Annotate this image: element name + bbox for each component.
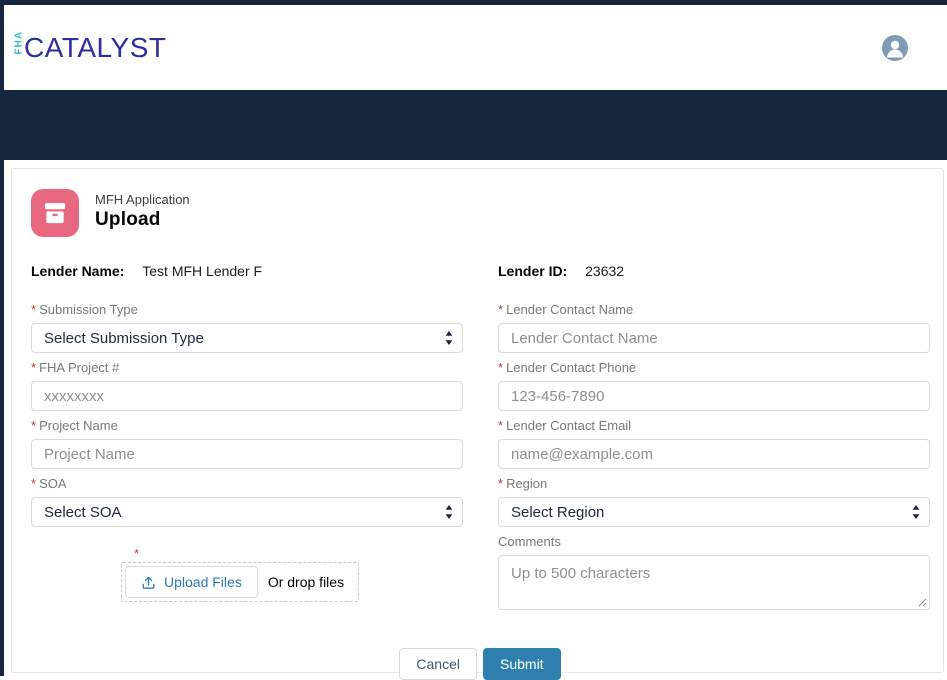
comments-textarea[interactable] [498, 555, 930, 610]
lender-contact-email-label: Lender Contact Email [506, 418, 632, 433]
required-asterisk: * [498, 476, 504, 491]
mfh-application-tile [31, 189, 79, 237]
required-asterisk: * [31, 360, 37, 375]
required-asterisk: * [31, 418, 37, 433]
cancel-button[interactable]: Cancel [399, 648, 477, 680]
page-title: Upload [95, 209, 161, 230]
page-subtitle: MFH Application [95, 192, 190, 207]
region-select[interactable]: Select Region [498, 497, 930, 527]
field-lender-contact-phone: * Lender Contact Phone [498, 360, 930, 411]
submission-type-label: Submission Type [39, 302, 138, 317]
field-fha-project: * FHA Project # [31, 360, 463, 411]
required-asterisk: * [498, 360, 504, 375]
upload-form-card: MFH Application Upload Lender Name: Test… [11, 168, 944, 680]
user-icon [887, 40, 903, 57]
user-avatar-button[interactable] [882, 34, 908, 61]
left-edge-bar [0, 0, 4, 676]
drop-files-label: Or drop files [267, 574, 345, 590]
field-submission-type: * Submission Type Select Submission Type [31, 302, 463, 353]
form-actions: Cancel Submit [31, 648, 929, 680]
lender-id-label: Lender ID: [498, 263, 568, 279]
lender-contact-name-label: Lender Contact Name [506, 302, 634, 317]
box-icon [44, 203, 66, 224]
top-edge-bar [0, 0, 947, 5]
comments-label: Comments [498, 534, 561, 549]
field-lender-contact-name: * Lender Contact Name [498, 302, 930, 353]
required-asterisk: * [498, 418, 504, 433]
file-dropzone[interactable]: Upload Files Or drop files [121, 562, 359, 602]
logo-catalyst-text: CATALYST [24, 31, 167, 63]
select-spinner-icon [445, 505, 453, 519]
logo-fha-text: FHA [13, 30, 25, 55]
select-spinner-icon [912, 505, 920, 519]
lender-contact-email-input[interactable] [498, 439, 930, 469]
soa-label: SOA [39, 476, 67, 491]
upload-form: * Submission Type Select Submission Type … [31, 302, 930, 617]
field-lender-contact-email: * Lender Contact Email [498, 418, 930, 469]
select-spinner-icon [445, 331, 453, 345]
soa-select[interactable]: Select SOA [31, 497, 463, 527]
navy-banner [0, 90, 947, 160]
field-comments: Comments [498, 534, 930, 610]
required-asterisk: * [31, 476, 37, 491]
required-asterisk: * [498, 302, 504, 317]
project-name-input[interactable] [31, 439, 463, 469]
lender-contact-phone-input[interactable] [498, 381, 930, 411]
lender-name-value: Test MFH Lender F [142, 263, 263, 279]
app-header: FHA CATALYST [4, 5, 947, 90]
submit-button[interactable]: Submit [483, 648, 561, 680]
fha-project-label: FHA Project # [39, 360, 120, 375]
upload-icon [142, 576, 155, 589]
lender-contact-phone-label: Lender Contact Phone [506, 360, 637, 375]
lender-info-row: Lender Name: Test MFH Lender F Lender ID… [31, 263, 929, 279]
page-title-block: MFH Application Upload [31, 189, 929, 237]
required-asterisk: * [31, 302, 37, 317]
lender-contact-name-input[interactable] [498, 323, 930, 353]
fha-catalyst-logo[interactable]: FHA CATALYST [12, 30, 167, 64]
fha-project-input[interactable] [31, 381, 463, 411]
field-soa: * SOA Select SOA [31, 476, 463, 527]
file-upload-section: * Upload Files Or drop files [121, 546, 359, 602]
field-project-name: * Project Name [31, 418, 463, 469]
form-right-column: *Lender Contact Name *Lender Contact Pho… [498, 302, 930, 617]
lender-id-value: 23632 [585, 263, 625, 279]
field-region: * Region Select Region [498, 476, 930, 527]
form-left-column: * Submission Type Select Submission Type … [31, 302, 463, 617]
region-label: Region [506, 476, 548, 491]
project-name-label: Project Name [39, 418, 118, 433]
submission-type-select[interactable]: Select Submission Type [31, 323, 463, 353]
lender-name-label: Lender Name: [31, 263, 125, 279]
required-asterisk: * [134, 546, 140, 561]
upload-files-button[interactable]: Upload Files [125, 566, 258, 598]
